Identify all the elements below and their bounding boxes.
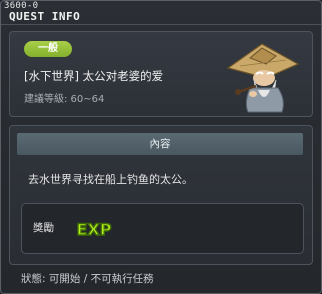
quest-content-panel: 內容 去水世界寻找在船上钓鱼的太公。 獎勵 EXP (9, 125, 313, 265)
reward-label: 獎勵 (33, 222, 54, 234)
quest-category-badge: 一般 (24, 41, 72, 57)
content-header: 內容 (17, 133, 303, 155)
window-title: QUEST INFO (9, 10, 81, 23)
exp-text: EXP (77, 220, 112, 239)
exp-icon: EXP (76, 219, 113, 239)
title-divider (1, 24, 321, 25)
quest-description: 去水世界寻找在船上钓鱼的太公。 (28, 173, 193, 186)
old-fisherman-npc-icon (226, 43, 300, 113)
quest-status: 狀態: 可開始 / 不可執行任務 (21, 273, 154, 285)
quest-info-window: 3600-0 QUEST INFO 一般 [水下世界] 太公对老婆的爱 建議等級… (0, 0, 322, 294)
quest-recommended-level: 建議等級: 60~64 (24, 94, 105, 105)
reward-box: 獎勵 EXP (21, 203, 304, 254)
quest-summary-panel: 一般 [水下世界] 太公对老婆的爱 建議等級: 60~64 (9, 31, 313, 117)
quest-name: [水下世界] 太公对老婆的爱 (24, 69, 164, 83)
